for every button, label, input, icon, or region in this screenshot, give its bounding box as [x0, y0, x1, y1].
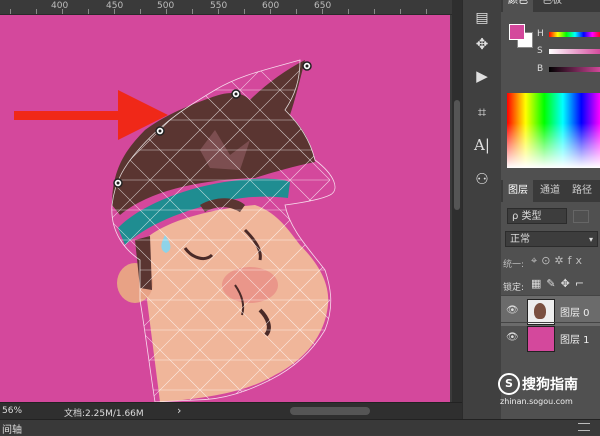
- watermark-url: zhinan.sogou.com: [500, 397, 573, 406]
- horizontal-scrollbar-thumb[interactable]: [290, 407, 370, 415]
- layer-name: 图层 1: [560, 335, 590, 346]
- unify-icons[interactable]: ⌖⊙✲fx: [531, 254, 586, 268]
- lock-icons[interactable]: ▦✎✥⌐: [531, 277, 589, 290]
- lock-label: 锁定:: [503, 283, 525, 293]
- panel-menu-icon[interactable]: [578, 423, 590, 431]
- saturation-slider[interactable]: S: [505, 46, 600, 58]
- puppet-warp-artwork: [14, 59, 336, 402]
- tab-layers[interactable]: 图层: [503, 180, 533, 202]
- sogou-watermark: S 搜狗指南 zhinan.sogou.com: [498, 373, 600, 411]
- sogou-logo-icon: S: [498, 373, 520, 395]
- layer-name: 图层 0: [560, 308, 590, 319]
- tab-paths[interactable]: 路径: [567, 180, 597, 202]
- eye-icon[interactable]: 👁: [506, 332, 519, 343]
- color-spectrum[interactable]: [507, 93, 600, 168]
- tab-swatches[interactable]: 色板: [537, 0, 567, 12]
- ruler-tick: 400: [51, 1, 69, 11]
- hue-slider[interactable]: H: [505, 29, 600, 41]
- crop-icon[interactable]: ⌗: [470, 100, 494, 124]
- hue-label: H: [537, 29, 544, 39]
- ruler-tick: 600: [262, 1, 280, 11]
- tab-channels[interactable]: 通道: [535, 180, 565, 202]
- tab-color[interactable]: 颜色: [503, 0, 533, 12]
- saturation-label: S: [537, 46, 543, 56]
- image-filter-icon[interactable]: [573, 210, 589, 223]
- unify-label: 统一:: [503, 260, 525, 270]
- layers-tabs: 图层 通道 路径: [501, 180, 600, 202]
- eye-icon[interactable]: 👁: [506, 305, 519, 316]
- document-canvas[interactable]: [0, 15, 450, 402]
- status-bar: 56% 文档:2.25M/1.66M ›: [0, 402, 462, 419]
- right-panel: 颜色 色板 H S B 图层 通道 路径 ρ 类型 正常 ▾ 统一: ⌖⊙✲fx…: [501, 0, 600, 419]
- blend-mode-value: 正常: [510, 234, 530, 245]
- ruler-tick: 500: [157, 1, 175, 11]
- puzzle-icon[interactable]: ✥: [470, 32, 494, 56]
- layer-row[interactable]: 👁 图层 1: [501, 322, 600, 353]
- play-icon[interactable]: ▶: [470, 64, 494, 88]
- timeline-panel: 间轴: [0, 419, 600, 436]
- clone-source-icon[interactable]: ⚇: [470, 167, 494, 191]
- brightness-slider[interactable]: B: [505, 64, 600, 76]
- horizontal-ruler: 400 450 500 550 600 650: [0, 0, 452, 15]
- color-tabs: 颜色 色板: [501, 0, 600, 12]
- layer-filter-dropdown[interactable]: ρ 类型: [507, 208, 567, 224]
- watermark-brand: 搜狗指南: [522, 377, 578, 393]
- layer-thumbnail: [527, 326, 555, 352]
- ruler-tick: 650: [314, 1, 332, 11]
- vertical-scrollbar[interactable]: [452, 0, 462, 402]
- status-menu-arrow[interactable]: ›: [177, 404, 181, 417]
- zoom-level[interactable]: 56%: [2, 406, 22, 416]
- document-size: 文档:2.25M/1.66M: [64, 409, 144, 419]
- tool-strip: ▤ ✥ ▶ ⌗ A| ⚇: [462, 0, 502, 419]
- chevron-down-icon: ▾: [588, 235, 593, 244]
- blend-mode-select[interactable]: 正常 ▾: [505, 231, 598, 247]
- scrollbar-thumb[interactable]: [454, 100, 460, 210]
- history-icon[interactable]: ▤: [470, 6, 494, 30]
- ruler-tick: 450: [106, 1, 124, 11]
- ruler-tick: 550: [210, 1, 228, 11]
- character-icon[interactable]: A|: [470, 133, 494, 157]
- brightness-label: B: [537, 64, 544, 74]
